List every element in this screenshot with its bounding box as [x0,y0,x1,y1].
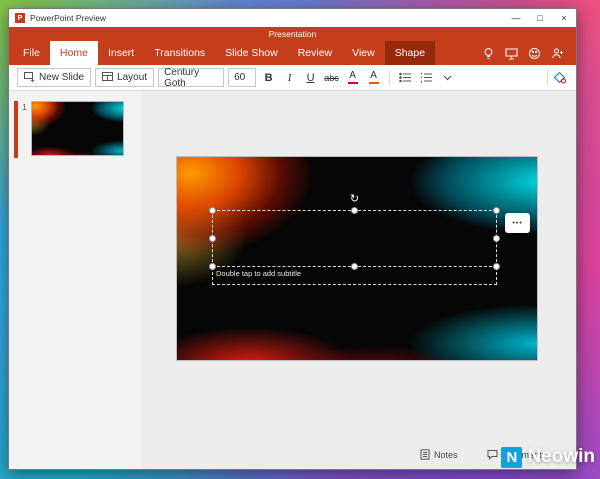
toolbar-divider [389,69,391,86]
strikethrough-button[interactable]: abc [323,68,340,87]
tab-file[interactable]: File [13,41,50,65]
lightbulb-icon[interactable] [482,47,495,60]
title-bar: P PowerPoint Preview — □ × [9,9,576,27]
neowin-watermark-text: Neowin [527,446,595,467]
editing-canvas: ↻ Double tap to add subtitle ••• [141,91,576,469]
smiley-icon[interactable] [528,47,541,60]
font-color-swatch [347,82,358,84]
desktop-background: P PowerPoint Preview — □ × Presentation … [0,0,600,479]
window-title: PowerPoint Preview [30,13,107,23]
close-button[interactable]: × [552,9,576,27]
resize-handle-middle-right[interactable] [493,234,500,242]
app-window: P PowerPoint Preview — □ × Presentation … [8,8,577,470]
notes-icon [420,449,430,460]
new-slide-label: New Slide [39,72,85,83]
new-slide-icon [24,71,35,85]
subtitle-placeholder-text: Double tap to add subtitle [216,269,302,278]
resize-handle-top-left[interactable] [209,207,216,214]
tab-shape[interactable]: Shape [384,41,436,65]
slide-surface[interactable]: ↻ Double tap to add subtitle ••• [177,157,537,360]
tab-review[interactable]: Review [288,41,342,65]
shapes-button[interactable] [551,68,568,87]
font-color-label: A [349,70,356,81]
layout-button[interactable]: Layout [95,68,155,87]
chevron-down-icon[interactable] [439,68,456,87]
document-title: Presentation [268,29,317,39]
ribbon-right-icons [482,41,576,65]
font-color-button[interactable]: A [344,68,361,87]
rotate-handle-icon[interactable]: ↻ [350,194,359,205]
tab-home[interactable]: Home [49,41,98,65]
comments-icon [487,449,498,460]
text-highlight-button[interactable]: A [365,68,382,87]
tab-slide-show[interactable]: Slide Show [215,41,288,65]
window-controls: — □ × [504,9,576,27]
bullet-list-button[interactable] [397,68,414,87]
toolbar-divider-right [547,69,548,86]
resize-handle-top-middle[interactable] [350,207,358,214]
minimize-button[interactable]: — [504,9,528,27]
layout-label: Layout [117,72,148,83]
tab-view[interactable]: View [342,41,385,65]
italic-button[interactable]: I [281,68,298,87]
font-name-select[interactable]: Century Goth [158,66,225,89]
text-highlight-label: A [370,70,377,81]
slide-number: 1 [22,103,27,112]
neowin-watermark: N Neowin [501,446,595,468]
slide-thumbnail[interactable] [31,101,124,156]
present-icon[interactable] [505,47,518,60]
subtitle-placeholder-extent[interactable]: Double tap to add subtitle [212,267,497,285]
text-highlight-swatch [368,82,379,84]
font-size-value: 60 [234,72,246,83]
neowin-logo-icon: N [501,446,523,468]
more-options-button[interactable]: ••• [505,213,530,233]
main-area: 1 ↻ Double tap to add subtitle ••• Notes… [9,91,576,469]
notes-label: Notes [433,449,458,460]
numbered-list-button[interactable] [418,68,435,87]
layout-icon [102,71,114,85]
tab-insert[interactable]: Insert [98,41,144,65]
share-person-icon[interactable] [551,47,564,60]
slide-thumbnail-panel: 1 [9,91,141,469]
app-header: Presentation File Home Insert Transition… [9,27,576,65]
ribbon-tabs: File Home Insert Transitions Slide Show … [9,41,576,65]
notes-button[interactable]: Notes [420,449,458,460]
new-slide-button[interactable]: New Slide [17,68,92,87]
formatting-toolbar: New Slide Layout Century Goth 60 B I U a… [9,65,576,91]
underline-button[interactable]: U [302,68,319,87]
powerpoint-app-icon: P [15,13,25,23]
font-size-select[interactable]: 60 [228,68,257,87]
subtitle-textbox-selection[interactable]: ↻ [209,194,500,270]
slide-thumbnail-row[interactable]: 1 [14,101,141,158]
font-name-value: Century Goth [164,66,200,89]
resize-handle-middle-left[interactable] [209,234,216,242]
resize-handle-top-right[interactable] [493,207,500,214]
bold-button[interactable]: B [260,68,277,87]
maximize-button[interactable]: □ [528,9,552,27]
tab-transitions[interactable]: Transitions [144,41,215,65]
